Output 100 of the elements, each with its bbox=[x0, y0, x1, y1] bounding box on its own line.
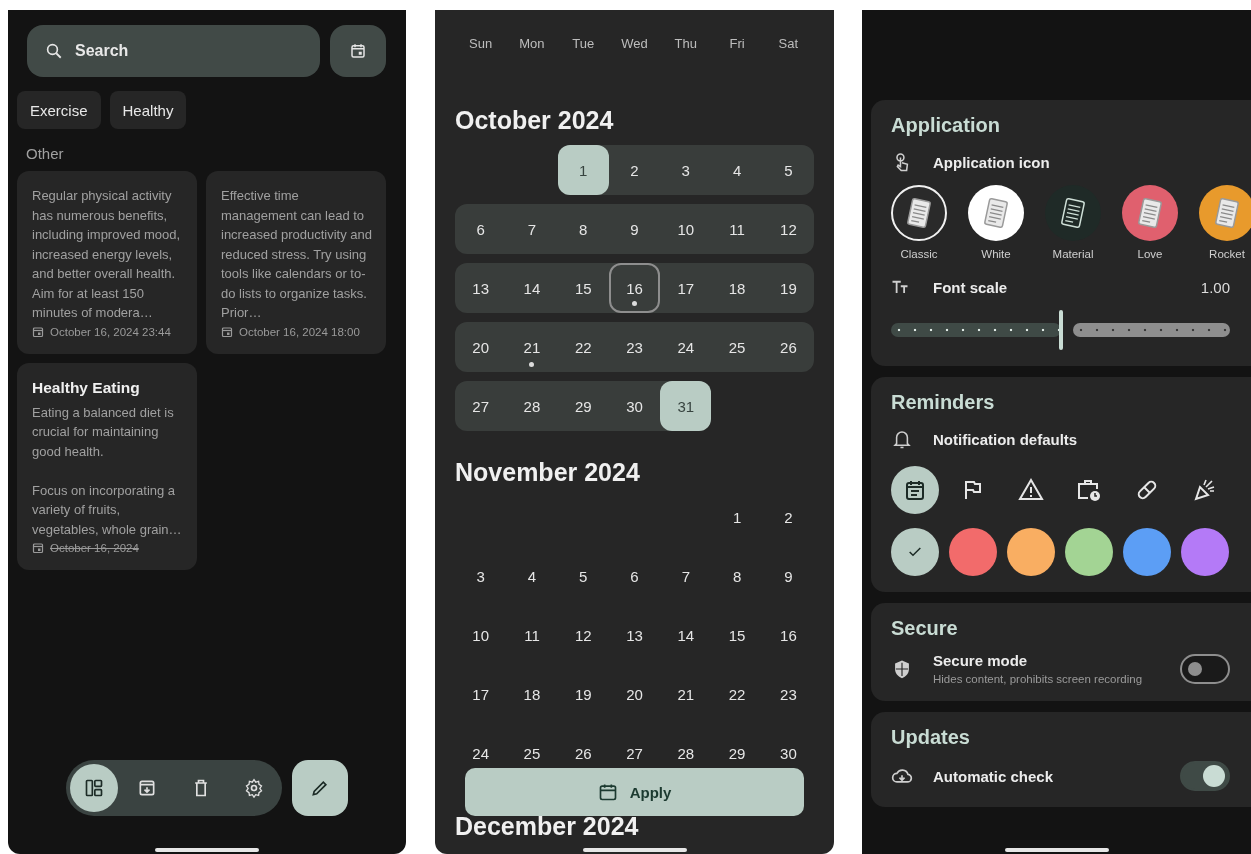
calendar-day[interactable]: 9 bbox=[762, 569, 815, 585]
calendar-day[interactable]: 20 bbox=[608, 687, 661, 703]
calendar-button[interactable] bbox=[330, 25, 386, 77]
calendar-day[interactable]: 31 bbox=[660, 381, 712, 431]
calendar-day[interactable]: 22 bbox=[711, 687, 763, 703]
calendar-day[interactable]: 12 bbox=[762, 204, 815, 254]
calendar-day[interactable]: 20 bbox=[455, 322, 507, 372]
calendar-day[interactable]: 26 bbox=[762, 322, 815, 372]
toggle-switch[interactable] bbox=[1180, 761, 1230, 791]
calendar-day[interactable]: 10 bbox=[455, 628, 507, 644]
app-icon-option[interactable] bbox=[1199, 185, 1251, 241]
calendar-day[interactable]: 28 bbox=[660, 746, 712, 762]
calendar-day[interactable]: 18 bbox=[711, 263, 763, 313]
calendar-day[interactable]: 2 bbox=[762, 510, 814, 526]
color-option[interactable] bbox=[1007, 528, 1055, 576]
section-title: Secure bbox=[891, 617, 959, 640]
calendar-day[interactable]: 17 bbox=[660, 263, 712, 313]
calendar-day[interactable]: 9 bbox=[608, 204, 661, 254]
calendar-day[interactable]: 12 bbox=[557, 628, 609, 644]
tag-chip[interactable]: Exercise bbox=[17, 91, 101, 129]
calendar-day[interactable]: 24 bbox=[660, 322, 712, 372]
calendar-day[interactable]: 6 bbox=[455, 204, 507, 254]
calendar-day[interactable]: 29 bbox=[557, 381, 609, 431]
layout-button[interactable] bbox=[70, 764, 118, 812]
calendar-day[interactable]: 7 bbox=[660, 569, 712, 585]
tag-chip[interactable]: Healthy bbox=[109, 91, 187, 129]
calendar-day[interactable]: 8 bbox=[711, 569, 763, 585]
calendar-day[interactable]: 16 bbox=[762, 628, 815, 644]
calendar-day[interactable]: 29 bbox=[711, 746, 763, 762]
color-option[interactable] bbox=[1181, 528, 1229, 576]
calendar-day[interactable]: 6 bbox=[608, 569, 661, 585]
calendar-day[interactable]: 27 bbox=[608, 746, 661, 762]
note-card[interactable]: Healthy Eating Eating a balanced diet is crucial for maintaining good health. Focus on incorporating a variety of fruits, vegetables, whole grain… October 16, 2024 bbox=[17, 362, 197, 570]
calendar-day[interactable]: 11 bbox=[506, 628, 558, 644]
color-option[interactable] bbox=[1065, 528, 1113, 576]
calendar-day[interactable]: 19 bbox=[557, 687, 609, 703]
option-label: Classic bbox=[900, 248, 938, 260]
calendar-day[interactable]: 16 bbox=[608, 263, 661, 313]
calendar-day[interactable]: 4 bbox=[506, 569, 558, 585]
font-scale-slider[interactable] bbox=[891, 310, 1230, 350]
apply-button[interactable]: Apply bbox=[465, 768, 804, 816]
search-bar[interactable]: Search bbox=[27, 25, 320, 77]
calendar-day[interactable]: 5 bbox=[557, 569, 609, 585]
section-title: Reminders bbox=[891, 391, 996, 414]
app-icon-option[interactable] bbox=[968, 185, 1024, 241]
calendar-day[interactable]: 13 bbox=[608, 628, 661, 644]
calendar-day[interactable]: 28 bbox=[506, 381, 558, 431]
reminder-icon-option[interactable] bbox=[891, 466, 939, 514]
note-text: Effective time management can lead to increased productivity and reduced stress. Try using tools like calendars or to-do lists to organize tasks. Prior… bbox=[221, 187, 374, 322]
calendar-day[interactable]: 25 bbox=[506, 746, 558, 762]
calendar-day[interactable]: 30 bbox=[762, 746, 815, 762]
toggle-switch[interactable] bbox=[1180, 653, 1230, 684]
calendar-day[interactable]: 10 bbox=[660, 204, 712, 254]
calendar-day[interactable]: 23 bbox=[762, 687, 815, 703]
calendar-day[interactable]: 30 bbox=[608, 381, 661, 431]
calendar-day[interactable]: 15 bbox=[557, 263, 609, 313]
calendar-day[interactable]: 22 bbox=[557, 322, 609, 372]
calendar-day[interactable]: 21 bbox=[506, 322, 558, 372]
notepad-icon bbox=[1058, 196, 1088, 230]
calendar-day[interactable]: 3 bbox=[660, 145, 712, 195]
color-option[interactable] bbox=[1123, 528, 1171, 576]
search-field[interactable]: Search bbox=[75, 42, 275, 60]
section-title: Updates bbox=[891, 726, 971, 749]
calendar-day[interactable]: 21 bbox=[660, 687, 712, 703]
calendar-day[interactable]: 19 bbox=[762, 263, 815, 313]
color-option[interactable] bbox=[891, 528, 939, 576]
note-card[interactable]: Effective time management can lead to increased productivity and reduced stress. Try using tools like calendars or to-do lists to organize tasks. Prior… October 16, 2024 18:00 bbox=[206, 171, 386, 354]
calendar-day[interactable]: 5 bbox=[762, 145, 814, 195]
calendar-day[interactable]: 15 bbox=[711, 628, 763, 644]
setting-label: Automatic check bbox=[933, 767, 1054, 785]
app-icon-option[interactable] bbox=[1122, 185, 1178, 241]
calendar-day[interactable]: 14 bbox=[660, 628, 712, 644]
calendar-day[interactable]: 2 bbox=[608, 145, 661, 195]
pencil-icon bbox=[310, 778, 330, 798]
calendar-day[interactable]: 13 bbox=[455, 263, 507, 313]
app-icon-option[interactable] bbox=[891, 185, 947, 241]
slider-thumb[interactable] bbox=[1058, 310, 1063, 350]
note-text: Eating a balanced diet is crucial for maintaining good health. Focus on incorporating a variety of fruits, vegetables, whole grain… bbox=[32, 403, 183, 539]
calendar-day[interactable]: 23 bbox=[608, 322, 661, 372]
calendar-day[interactable]: 8 bbox=[557, 204, 609, 254]
calendar-day[interactable]: 26 bbox=[557, 746, 609, 762]
weekday-label: Wed bbox=[620, 36, 649, 51]
setting-label: Secure mode bbox=[933, 652, 1029, 669]
calendar-day[interactable]: 1 bbox=[557, 145, 609, 195]
calendar-icon bbox=[349, 42, 367, 60]
calendar-day[interactable]: 11 bbox=[711, 204, 763, 254]
calendar-day[interactable]: 27 bbox=[455, 381, 507, 431]
calendar-day[interactable]: 24 bbox=[455, 746, 507, 762]
calendar-day[interactable]: 17 bbox=[455, 687, 507, 703]
calendar-day[interactable]: 1 bbox=[711, 510, 763, 526]
calendar-day[interactable]: 25 bbox=[711, 322, 763, 372]
layout-icon bbox=[84, 778, 104, 798]
color-option[interactable] bbox=[949, 528, 997, 576]
calendar-day[interactable]: 14 bbox=[506, 263, 558, 313]
calendar-day[interactable]: 3 bbox=[455, 569, 507, 585]
calendar-day[interactable]: 7 bbox=[506, 204, 558, 254]
calendar-day[interactable]: 4 bbox=[711, 145, 763, 195]
edit-button[interactable] bbox=[292, 760, 348, 816]
note-card[interactable]: Regular physical activity has numerous benefits, including improved mood, increased energy levels, and better overall health. Aim for at least 150 minutes of modera… October 16, 2024 23:44 bbox=[17, 171, 197, 354]
calendar-day[interactable]: 18 bbox=[506, 687, 558, 703]
